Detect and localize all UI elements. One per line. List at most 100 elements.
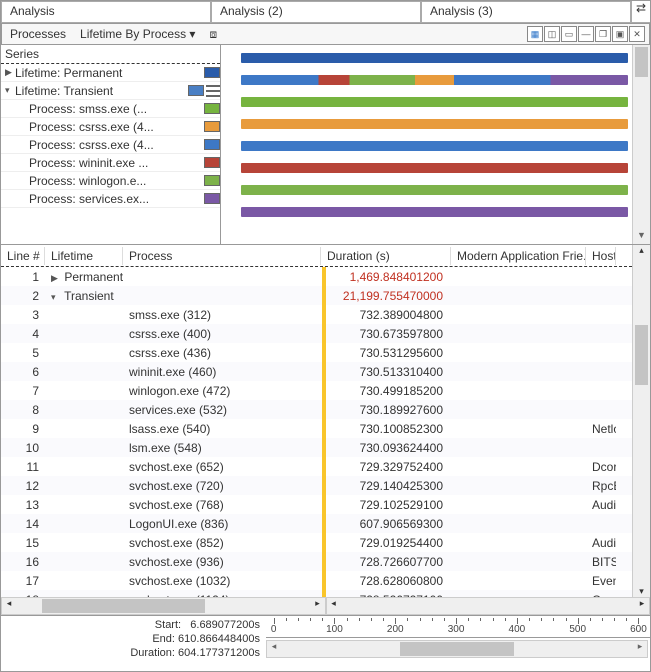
hamburger-icon[interactable] xyxy=(206,85,220,97)
series-item[interactable]: Process: winlogon.e... xyxy=(1,172,220,190)
timeline-bar[interactable] xyxy=(241,207,628,217)
restore-icon[interactable]: ▣ xyxy=(612,26,628,42)
series-item[interactable]: Process: csrss.exe (4... xyxy=(1,136,220,154)
cell-host xyxy=(586,314,616,316)
table-row[interactable]: 13svchost.exe (768)729.102529100Audi xyxy=(1,495,632,514)
scroll-left-icon[interactable]: ◂ xyxy=(267,641,281,657)
table-row[interactable]: 10lsm.exe (548)730.093624400 xyxy=(1,438,632,457)
left-hscroll[interactable]: ◂ ▸ xyxy=(1,597,326,615)
table-row[interactable]: 14LogonUI.exe (836)607.906569300 xyxy=(1,514,632,533)
ruler-scrollbar[interactable]: ◂ ▸ xyxy=(266,640,648,658)
col-duration[interactable]: Duration (s) xyxy=(321,247,451,265)
table-row[interactable]: 9lsass.exe (540)730.100852300Netlo xyxy=(1,419,632,438)
close-icon[interactable]: ✕ xyxy=(629,26,645,42)
scroll-right-icon[interactable]: ▸ xyxy=(633,641,647,657)
scroll-thumb[interactable] xyxy=(400,642,514,656)
cell-process: lsass.exe (540) xyxy=(123,421,321,437)
table-vertical-scrollbar[interactable]: ▴ ▾ xyxy=(632,245,650,597)
cell-line: 6 xyxy=(1,364,45,380)
cell-line: 16 xyxy=(1,554,45,570)
table-row[interactable]: 18svchost.exe (1124)728.526727100Cryp xyxy=(1,590,632,597)
timeline-bar[interactable] xyxy=(241,97,628,107)
table-row[interactable]: 4csrss.exe (400)730.673597800 xyxy=(1,324,632,343)
expander-icon[interactable]: ▶ xyxy=(51,273,61,284)
graph-vertical-scrollbar[interactable]: ▲ ▼ xyxy=(632,45,650,244)
table-row[interactable]: 8services.exe (532)730.189927600 xyxy=(1,400,632,419)
right-hscroll[interactable]: ◂ ▸ xyxy=(326,597,651,615)
tab-analysis-3[interactable]: Analysis (3) xyxy=(421,1,631,22)
table-row[interactable]: 11svchost.exe (652)729.329752400Dcor xyxy=(1,457,632,476)
timeline-bar[interactable] xyxy=(241,163,628,173)
table-row[interactable]: 3smss.exe (312)732.389004800 xyxy=(1,305,632,324)
cell-line: 5 xyxy=(1,345,45,361)
layout-split-icon[interactable]: ◫ xyxy=(544,26,560,42)
cell-line: 15 xyxy=(1,535,45,551)
scroll-up-icon[interactable]: ▴ xyxy=(633,245,650,256)
layout-full-icon[interactable]: ▦ xyxy=(527,26,543,42)
cell-line: 12 xyxy=(1,478,45,494)
timeline-bar[interactable] xyxy=(241,185,628,195)
column-separator-bar[interactable] xyxy=(322,267,326,597)
lifetime-by-process-dropdown[interactable]: Lifetime By Process ▾ xyxy=(76,26,199,42)
color-swatch xyxy=(204,121,220,132)
col-app[interactable]: Modern Application Frie... xyxy=(451,247,586,265)
series-item[interactable]: Process: csrss.exe (4... xyxy=(1,118,220,136)
scroll-down-icon[interactable]: ▼ xyxy=(633,230,650,244)
cell-lifetime xyxy=(45,580,123,582)
cell-line: 11 xyxy=(1,459,45,475)
table-row[interactable]: 6wininit.exe (460)730.513310400 xyxy=(1,362,632,381)
table-row[interactable]: 1▶ Permanent1,469.848401200 xyxy=(1,267,632,286)
cell-line: 2 xyxy=(1,288,45,304)
expander-icon[interactable]: ▾ xyxy=(51,292,61,303)
tab-analysis-2[interactable]: Analysis (2) xyxy=(211,1,421,22)
cell-app xyxy=(451,523,586,525)
scroll-down-icon[interactable]: ▾ xyxy=(633,586,650,597)
time-ruler[interactable]: 0100200300400500600 xyxy=(266,616,650,638)
table-row[interactable]: 16svchost.exe (936)728.726607700BITS, xyxy=(1,552,632,571)
scroll-thumb[interactable] xyxy=(635,325,648,385)
cell-duration: 732.389004800 xyxy=(321,307,451,323)
timeline-bar[interactable] xyxy=(241,119,628,129)
series-label: Process: smss.exe (... xyxy=(29,102,202,116)
cell-app xyxy=(451,447,586,449)
series-item[interactable]: Process: wininit.exe ... xyxy=(1,154,220,172)
table-row[interactable]: 7winlogon.exe (472)730.499185200 xyxy=(1,381,632,400)
cell-process: svchost.exe (936) xyxy=(123,554,321,570)
cell-app xyxy=(451,314,586,316)
graph-body[interactable] xyxy=(221,45,632,244)
expander-icon[interactable]: ▶ xyxy=(5,67,15,78)
table-row[interactable]: 5csrss.exe (436)730.531295600 xyxy=(1,343,632,362)
cell-duration: 730.189927600 xyxy=(321,402,451,418)
table-row[interactable]: 17svchost.exe (1032)728.628060800Even xyxy=(1,571,632,590)
series-item[interactable]: ▾Lifetime: Transient xyxy=(1,82,220,100)
maximize-icon[interactable]: ❐ xyxy=(595,26,611,42)
col-lifetime[interactable]: Lifetime xyxy=(45,247,123,265)
series-item[interactable]: Process: smss.exe (... xyxy=(1,100,220,118)
series-item[interactable]: Process: services.ex... xyxy=(1,190,220,208)
layout-table-icon[interactable]: ▭ xyxy=(561,26,577,42)
col-process[interactable]: Process xyxy=(123,247,321,265)
graph-panel: ▲ ▼ xyxy=(221,45,650,244)
highlight-region-icon[interactable]: ⧈ xyxy=(205,26,221,43)
timeline-bar[interactable] xyxy=(241,141,628,151)
timeline-bar[interactable] xyxy=(241,53,628,63)
cell-host: BITS, xyxy=(586,554,616,570)
minimize-icon[interactable]: — xyxy=(578,26,594,42)
tab-analysis-1[interactable]: Analysis xyxy=(1,1,211,22)
expander-icon[interactable]: ▾ xyxy=(5,85,15,96)
table-row[interactable]: 2▾ Transient21,199.755470000 xyxy=(1,286,632,305)
processes-button[interactable]: Processes xyxy=(6,26,70,42)
table-row[interactable]: 12svchost.exe (720)729.140425300RpcE xyxy=(1,476,632,495)
scroll-thumb[interactable] xyxy=(42,599,205,613)
cell-app xyxy=(451,352,586,354)
timeline-bar[interactable] xyxy=(241,75,628,85)
series-item[interactable]: ▶Lifetime: Permanent xyxy=(1,64,220,82)
cell-lifetime xyxy=(45,504,123,506)
color-swatch xyxy=(204,157,220,168)
tab-overflow-icon[interactable]: ⇄ xyxy=(631,1,650,22)
col-host[interactable]: Host xyxy=(586,247,616,265)
col-line[interactable]: Line # xyxy=(1,247,45,265)
series-label: Process: csrss.exe (4... xyxy=(29,138,202,152)
scroll-thumb[interactable] xyxy=(635,47,648,77)
table-row[interactable]: 15svchost.exe (852)729.019254400Audi xyxy=(1,533,632,552)
